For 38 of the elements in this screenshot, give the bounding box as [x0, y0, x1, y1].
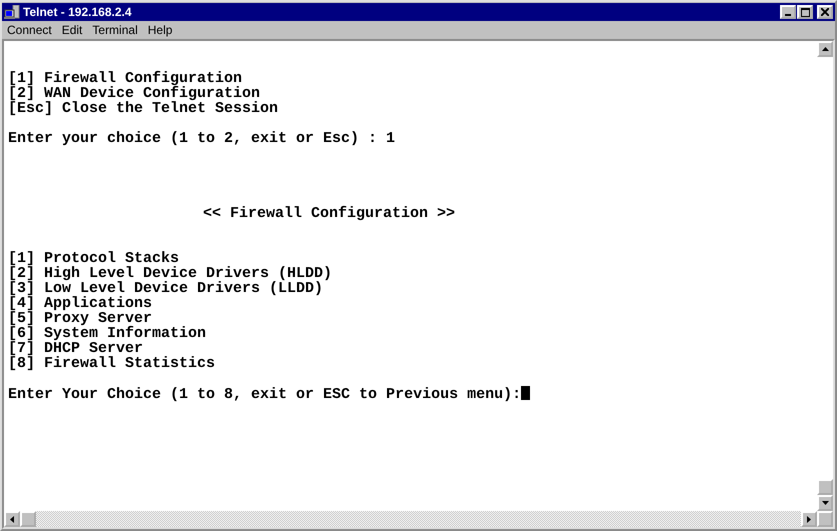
terminal-line: [1] Firewall Configuration	[8, 70, 242, 87]
text-cursor	[521, 386, 530, 400]
menu-item[interactable]: Help	[148, 21, 172, 39]
menu-item[interactable]: Terminal	[92, 21, 138, 39]
menu-item[interactable]: Connect	[7, 21, 52, 39]
scroll-right-button[interactable]	[801, 511, 817, 527]
down-arrow-icon	[822, 501, 828, 505]
terminal-line: [3] Low Level Device Drivers (LLDD)	[8, 280, 324, 297]
terminal-line: [8] Firewall Statistics	[8, 355, 216, 372]
terminal-prompt: Enter Your Choice (1 to 8, exit or ESC to Previous menu):	[8, 386, 522, 403]
terminal-line: [4] Applications	[8, 295, 152, 312]
maximize-icon	[800, 8, 810, 16]
menu-item[interactable]: Edit	[62, 21, 82, 39]
terminal-line: [5] Proxy Server	[8, 310, 152, 327]
minimize-button[interactable]	[780, 5, 796, 19]
terminal-line: [7] DHCP Server	[8, 340, 144, 357]
up-arrow-icon	[822, 47, 828, 51]
scroll-thumb[interactable]	[817, 479, 833, 495]
terminal-line: Enter your choice (1 to 2, exit or Esc) : 1	[8, 130, 396, 147]
scroll-down-button[interactable]	[817, 495, 833, 511]
terminal-line: [6] System Information	[8, 325, 206, 342]
terminal-heading: << Firewall Configuration >>	[203, 205, 456, 222]
horizontal-scrollbar[interactable]	[4, 511, 833, 527]
window-title: Telnet - 192.168.2.4	[23, 4, 132, 21]
maximize-button[interactable]	[797, 5, 813, 19]
terminal-line: [1] Protocol Stacks	[8, 250, 180, 267]
vertical-scrollbar[interactable]	[817, 41, 833, 511]
scroll-left-button[interactable]	[4, 511, 20, 527]
scroll-up-button[interactable]	[817, 41, 833, 57]
terminal-line: [2] High Level Device Drivers (HLDD)	[8, 265, 332, 282]
left-arrow-icon	[10, 516, 14, 522]
computer-icon	[4, 5, 20, 19]
terminal-line: [2] WAN Device Configuration	[8, 85, 260, 102]
close-button[interactable]	[817, 5, 833, 19]
right-arrow-icon	[807, 516, 811, 522]
terminal-line: [Esc] Close the Telnet Session	[8, 100, 278, 117]
close-icon	[821, 8, 829, 16]
scroll-thumb[interactable]	[20, 511, 36, 527]
